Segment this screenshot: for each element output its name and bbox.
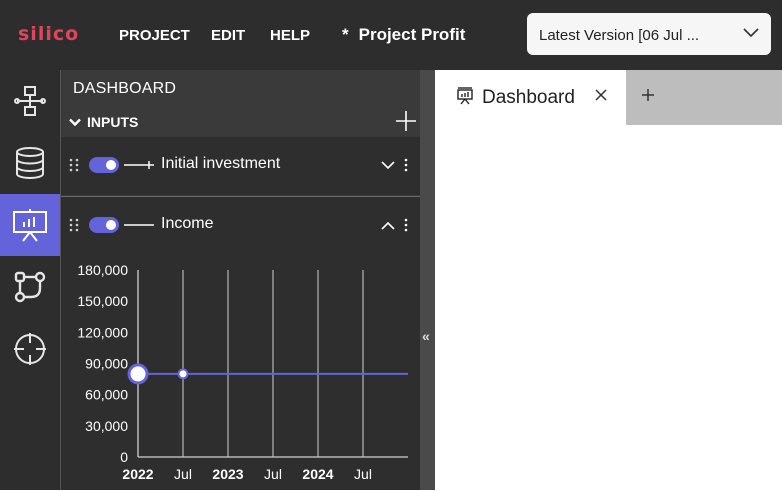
line-icon [124,224,154,226]
rail-connections-button[interactable] [0,256,60,318]
y-tick-label: 150,000 [77,293,128,309]
menu-project[interactable]: PROJECT [119,27,190,44]
x-tick-label: Jul [354,466,372,482]
x-tick-label: Jul [264,466,282,482]
tab-dashboard[interactable]: Dashboard [435,70,626,125]
drag-handle-icon[interactable] [69,158,79,172]
close-icon[interactable] [595,89,607,101]
project-title: * Project Profit [342,25,465,45]
x-tick-label: 2022 [122,466,153,482]
more-options-icon[interactable] [404,158,408,172]
y-tick-label: 30,000 [85,418,128,434]
chevron-down-icon [69,118,81,126]
version-select-value: Latest Version [06 Jul ... [539,27,700,44]
data-point-handle [177,368,189,380]
chevron-down-icon [743,28,759,38]
panel-collapse-strip[interactable]: « [420,70,435,490]
add-input-icon[interactable] [395,110,417,132]
slider-line-icon [124,161,154,169]
income-chart[interactable]: 2022 Jul 2023 Jul 2024 Jul 180,000 150,000 120,0… [61,253,421,491]
inputs-section-toggle[interactable]: INPUTS [69,114,138,130]
enable-toggle[interactable] [89,157,119,173]
menu-help[interactable]: HELP [270,27,310,44]
dashboard-panel: DASHBOARD INPUTS Initial investment Inco… [60,70,421,490]
dashboard-presentation-icon [13,209,47,242]
chevron-up-icon[interactable] [381,221,395,230]
panel-title: DASHBOARD [73,80,177,97]
database-icon [16,147,44,179]
toggle-knob [106,220,116,230]
rail-data-button[interactable] [0,132,60,194]
input-card-initial-investment: Initial investment [61,137,421,195]
app-logo: silico [18,23,80,45]
input-name: Initial investment [161,155,281,172]
inputs-section-label: INPUTS [87,114,139,130]
flowchart-icon [14,86,46,116]
tab-label: Dashboard [482,87,575,108]
collapse-panel-icon[interactable]: « [422,328,430,344]
rail-model-button[interactable] [0,70,60,132]
new-tab-icon[interactable] [640,87,656,103]
y-tick-label: 60,000 [85,387,128,403]
left-rail [0,70,60,490]
x-tick-label: 2024 [302,466,333,482]
crosshair-icon [14,333,46,365]
version-select[interactable]: Latest Version [06 Jul ... [527,13,771,55]
data-point-handle [127,363,149,385]
top-bar: silico PROJECT EDIT HELP * Project Profit… [0,0,782,70]
tab-bar: Dashboard [435,70,782,125]
project-name: Project Profit [358,25,466,44]
x-tick-label: Jul [174,466,192,482]
y-tick-label: 120,000 [77,324,128,340]
connections-icon [14,271,46,303]
input-card-income: Income 2022 Jul 2023 Jul 2024 Jul 180,000 150,0… [61,196,421,490]
enable-toggle[interactable] [89,217,119,233]
more-options-icon[interactable] [404,218,408,232]
y-tick-label: 180,000 [77,262,128,278]
rail-target-button[interactable] [0,318,60,380]
x-tick-label: 2023 [212,466,243,482]
menu-edit[interactable]: EDIT [211,27,245,44]
y-tick-label: 0 [120,449,128,465]
unsaved-marker: * [342,25,349,44]
rail-dashboard-button[interactable] [0,194,60,256]
y-tick-label: 90,000 [85,356,128,372]
dashboard-canvas [435,125,782,490]
chevron-down-icon[interactable] [381,161,395,170]
toggle-knob [106,160,116,170]
dashboard-presentation-icon [457,87,473,105]
input-name: Income [161,215,214,232]
drag-handle-icon[interactable] [69,218,79,232]
